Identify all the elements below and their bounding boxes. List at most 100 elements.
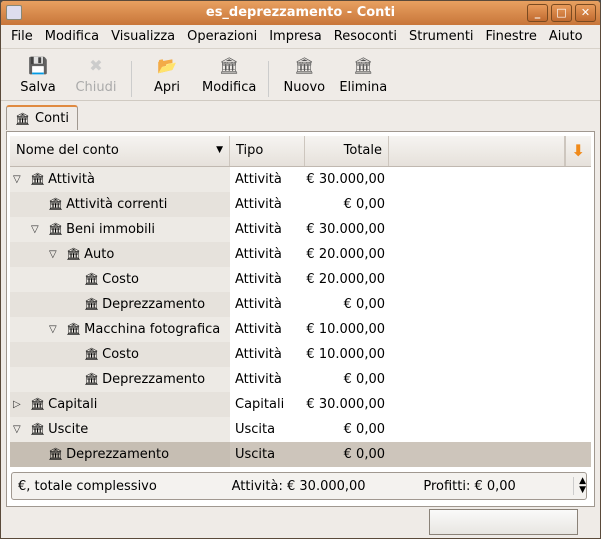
close-button[interactable]: ✕: [575, 4, 596, 22]
account-name: Deprezzamento: [66, 447, 170, 462]
tab-conti[interactable]: 🏛 Conti: [6, 105, 78, 130]
account-name: Deprezzamento: [102, 297, 206, 312]
bank-icon: 🏛: [66, 247, 82, 261]
menu-resoconti[interactable]: Resoconti: [329, 29, 402, 44]
bank-icon: 🏛: [15, 111, 31, 126]
menu-visualizza[interactable]: Visualizza: [106, 29, 180, 44]
modifica-button[interactable]: 🏛 Modifica: [202, 55, 256, 95]
maximize-button[interactable]: □: [551, 4, 572, 22]
spinner-icon[interactable]: ▲ ▼: [573, 477, 586, 495]
apri-button[interactable]: 📂 Apri: [144, 55, 190, 95]
account-type: Attività: [235, 172, 282, 187]
expander-open-icon[interactable]: ▽: [31, 217, 39, 242]
minimize-button[interactable]: _: [527, 4, 548, 22]
summary-currency: €, totale complessivo: [18, 478, 157, 494]
account-name: Capitali: [48, 397, 98, 412]
menu-modifica[interactable]: Modifica: [40, 29, 104, 44]
expander-open-icon[interactable]: ▽: [49, 317, 57, 342]
tab-label: Conti: [35, 111, 69, 126]
account-type: Attività: [235, 197, 282, 212]
menu-bar: File Modifica Visualizza Operazioni Impresa R…: [1, 25, 600, 49]
close-icon: ✖: [89, 56, 103, 75]
account-total: € 0,00: [343, 197, 385, 212]
column-header-name[interactable]: Nome del conto ▼: [10, 136, 230, 166]
table-row[interactable]: ▽ 🏛 Beni immobili Attività € 30.000,00: [10, 217, 591, 242]
account-total: € 0,00: [343, 372, 385, 387]
account-name: Attività: [48, 172, 95, 187]
expander-closed-icon[interactable]: ▷: [13, 392, 21, 417]
menu-strumenti[interactable]: Strumenti: [404, 29, 479, 44]
account-name-cell: ▽ 🏛 Macchina fotografica: [10, 317, 230, 342]
account-type: Capitali: [235, 397, 285, 412]
toolbar-separator: [268, 61, 270, 97]
account-total: € 30.000,00: [306, 397, 385, 412]
menu-operazioni[interactable]: Operazioni: [182, 29, 262, 44]
button-label: Apri: [153, 80, 181, 95]
table-row[interactable]: ▽ 🏛 Macchina fotografica Attività € 10.000,…: [10, 317, 591, 342]
menu-impresa[interactable]: Impresa: [264, 29, 327, 44]
bank-icon: 🏛: [30, 397, 46, 411]
toolbar: 💾 Salva ✖ Chiudi 📂 Apri 🏛 Modifica 🏛 Nuovo 🏛 Elimin…: [1, 49, 600, 101]
account-type: Attività: [235, 347, 282, 362]
account-name-cell: ▽ 🏛 Uscite: [10, 417, 230, 442]
app-icon: [6, 5, 22, 20]
account-name-cell: ▷ 🏛 Capitali: [10, 392, 230, 417]
account-name-cell: ▽ 🏛 Beni immobili: [10, 217, 230, 242]
account-type: Attività: [235, 222, 282, 237]
bank-icon: 🏛: [84, 372, 100, 386]
account-name: Auto: [84, 247, 115, 262]
chiudi-button[interactable]: ✖ Chiudi: [73, 55, 119, 95]
floppy-icon: 💾: [28, 56, 48, 75]
window-title: es_deprezzamento - Conti: [205, 5, 396, 20]
account-name-cell: 🏛 Deprezzamento: [10, 292, 230, 317]
nuovo-button[interactable]: 🏛 Nuovo: [281, 55, 327, 95]
account-name-cell: 🏛 Attività correnti: [10, 192, 230, 217]
bank-icon: 🏛: [48, 222, 64, 236]
account-total: € 10.000,00: [306, 347, 385, 362]
account-name: Deprezzamento: [102, 372, 206, 387]
table-row[interactable]: 🏛 Deprezzamento Attività € 0,00: [10, 292, 591, 317]
table-row[interactable]: ▽ 🏛 Uscite Uscita € 0,00: [10, 417, 591, 442]
account-total: € 0,00: [343, 447, 385, 462]
table-row[interactable]: 🏛 Deprezzamento Attività € 0,00: [10, 367, 591, 392]
menu-file[interactable]: File: [6, 29, 38, 44]
bank-icon: 🏛: [48, 197, 64, 211]
expander-open-icon[interactable]: ▽: [13, 167, 21, 192]
folder-open-icon: 📂: [157, 56, 177, 75]
bank-icon: 🏛: [48, 447, 64, 461]
edit-account-icon: 🏛: [219, 56, 240, 75]
table-row[interactable]: ▽ 🏛 Auto Attività € 20.000,00: [10, 242, 591, 267]
button-label: Nuovo: [283, 80, 326, 95]
account-name: Macchina fotografica: [84, 322, 221, 337]
summary-assets: Attività: € 30.000,00: [231, 478, 366, 494]
column-header-total[interactable]: Totale: [305, 136, 389, 166]
bank-icon: 🏛: [66, 322, 82, 336]
account-type: Uscita: [235, 422, 276, 437]
button-label: Modifica: [202, 80, 257, 95]
table-row[interactable]: 🏛 Deprezzamento Uscita € 0,00: [10, 442, 591, 467]
account-type: Attività: [235, 272, 282, 287]
account-name-cell: ▽ 🏛 Auto: [10, 242, 230, 267]
table-row[interactable]: 🏛 Costo Attività € 10.000,00: [10, 342, 591, 367]
account-name: Costo: [102, 272, 139, 287]
menu-aiuto[interactable]: Aiuto: [544, 29, 588, 44]
summary-bar[interactable]: €, totale complessivo Attività: € 30.000…: [11, 472, 587, 500]
table-row[interactable]: ▽ 🏛 Attività Attività € 30.000,00: [10, 167, 591, 192]
salva-button[interactable]: 💾 Salva: [15, 55, 61, 95]
toolbar-separator: [131, 61, 132, 97]
progress-bar: [429, 509, 578, 535]
column-selector-arrow-icon[interactable]: ⬇: [564, 136, 591, 166]
bank-icon: 🏛: [84, 347, 100, 361]
button-label: Chiudi: [75, 80, 117, 95]
account-name-cell: ▽ 🏛 Attività: [10, 167, 230, 192]
table-row[interactable]: 🏛 Attività correnti Attività € 0,00: [10, 192, 591, 217]
expander-open-icon[interactable]: ▽: [13, 417, 21, 442]
table-row[interactable]: ▷ 🏛 Capitali Capitali € 30.000,00: [10, 392, 591, 417]
column-header-type[interactable]: Tipo: [230, 136, 305, 166]
menu-finestre[interactable]: Finestre: [481, 29, 542, 44]
elimina-button[interactable]: 🏛 Elimina: [339, 55, 387, 95]
expander-open-icon[interactable]: ▽: [49, 242, 57, 267]
table-row[interactable]: 🏛 Costo Attività € 20.000,00: [10, 267, 591, 292]
account-name-cell: 🏛 Deprezzamento: [10, 442, 230, 467]
bank-icon: 🏛: [84, 272, 100, 286]
